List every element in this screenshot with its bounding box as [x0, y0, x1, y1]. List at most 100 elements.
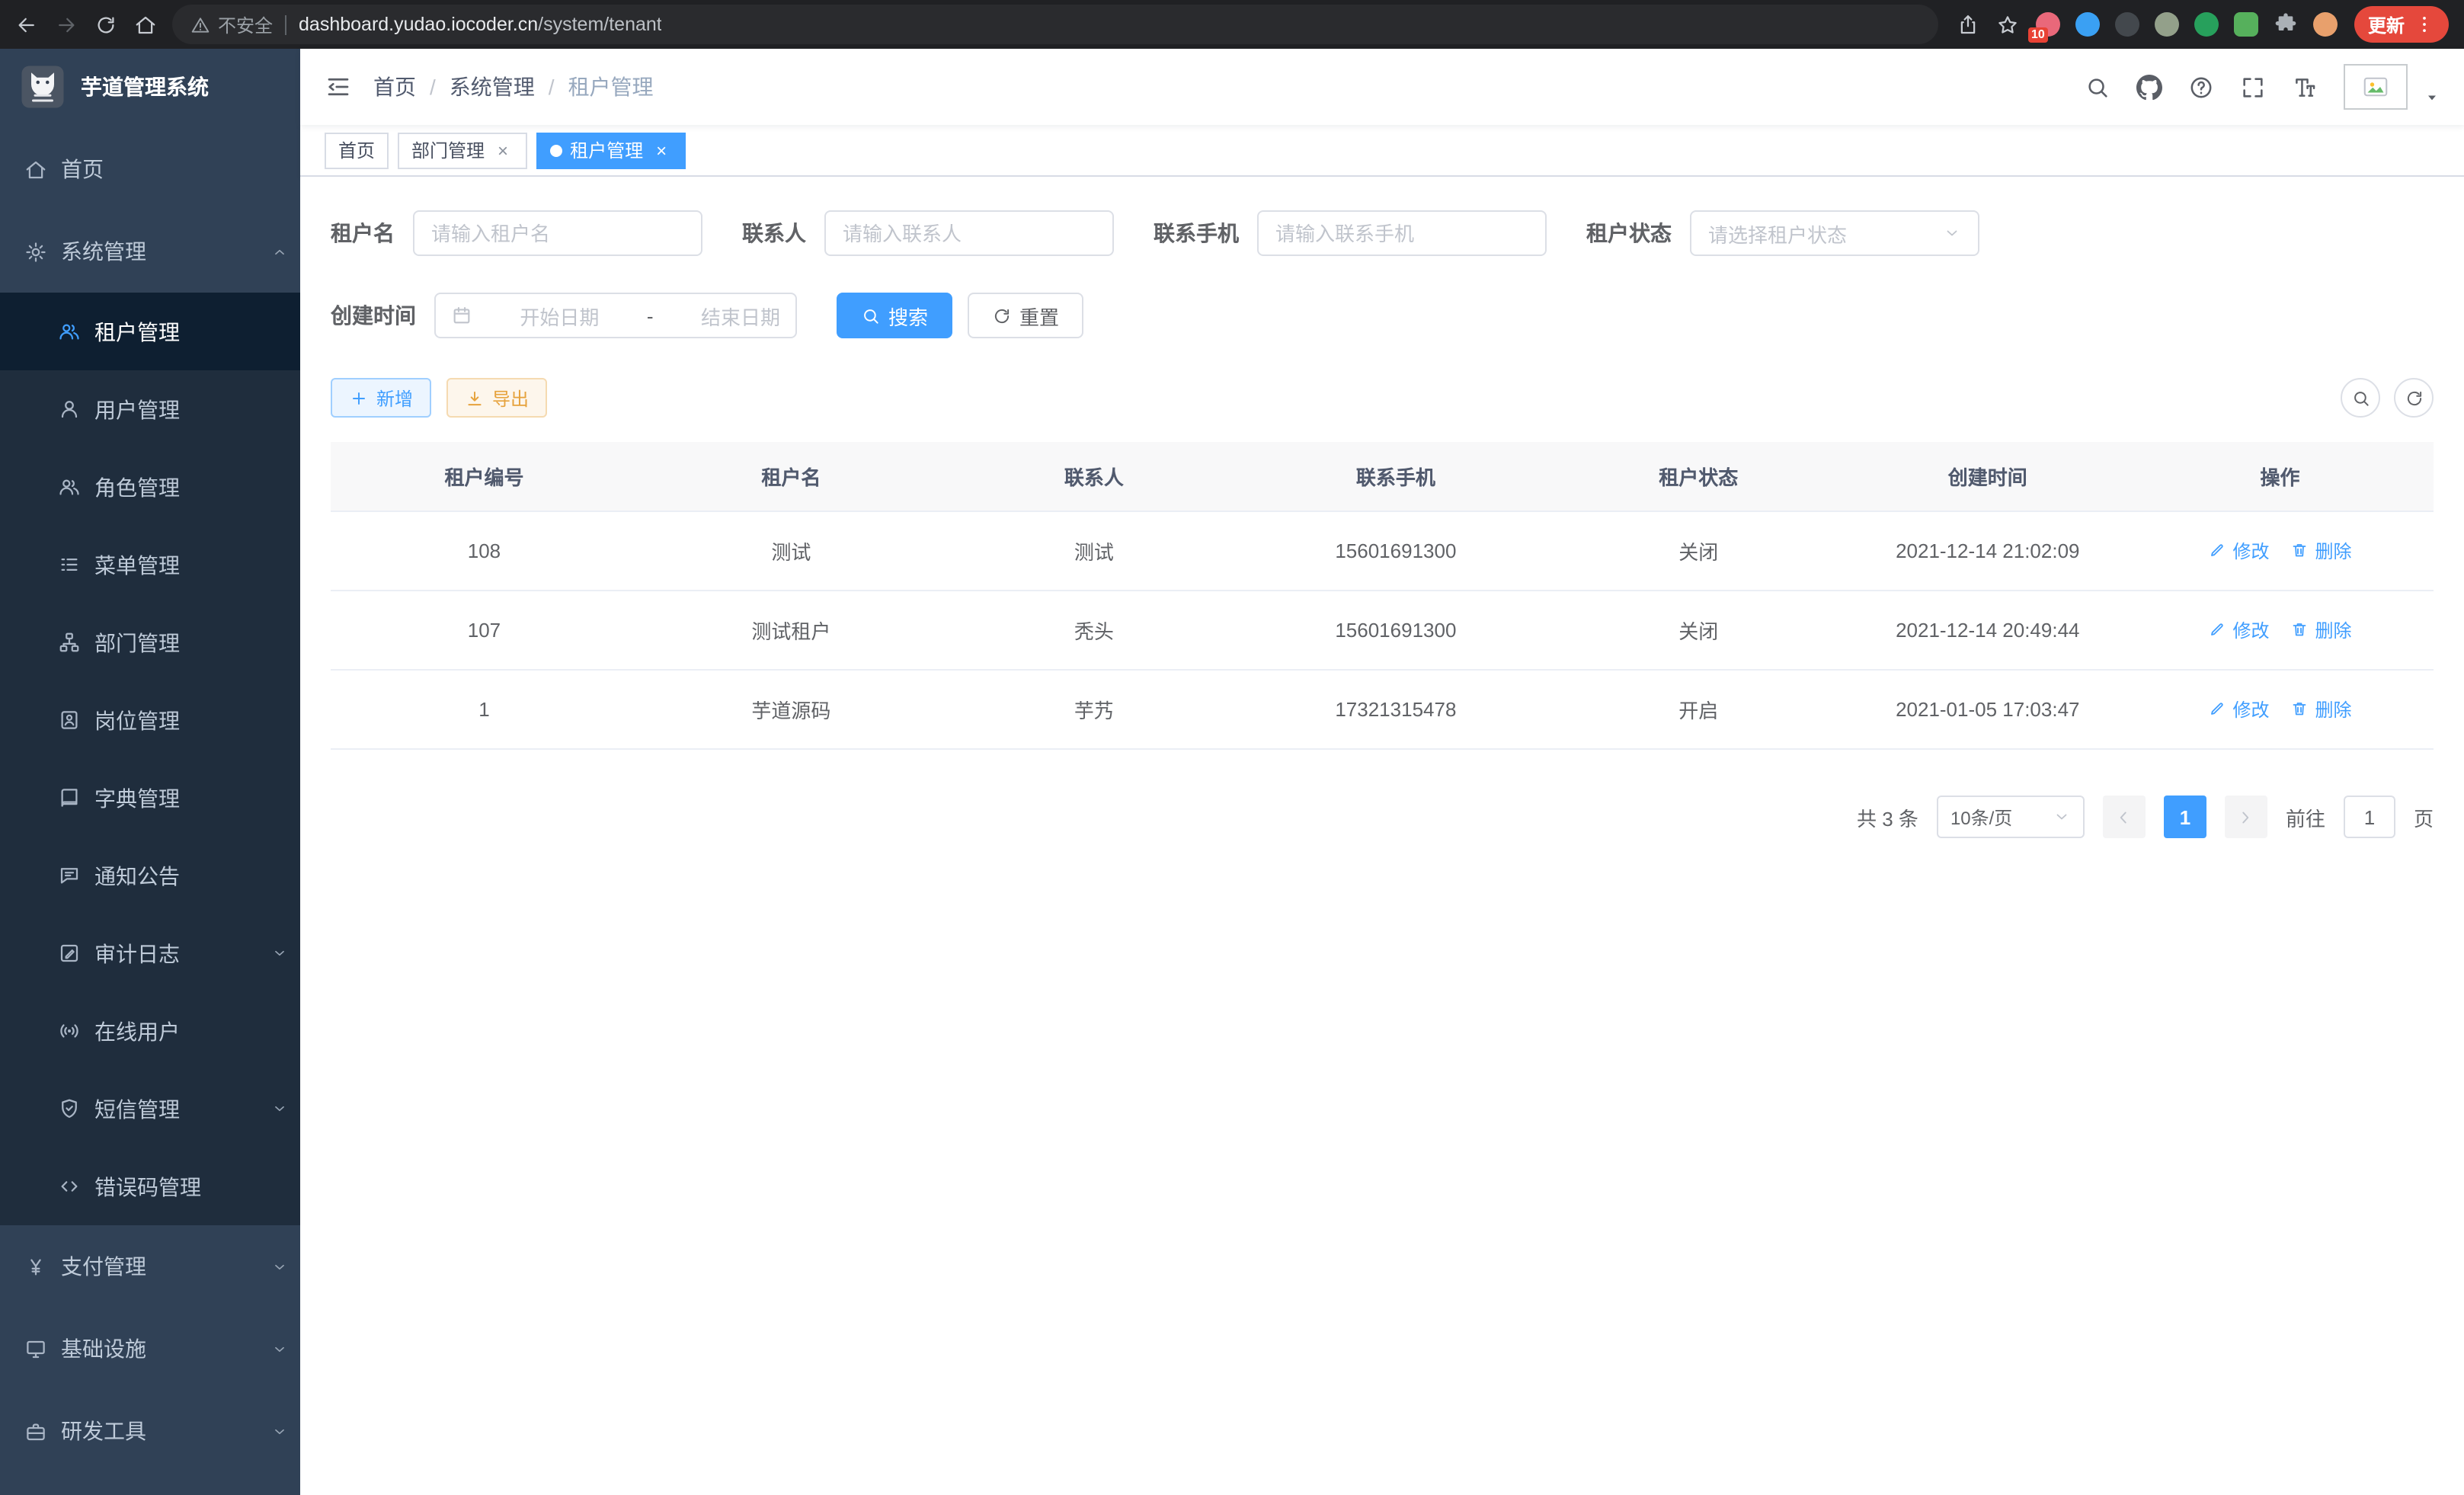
total-count: 共 3 条	[1857, 802, 1918, 831]
sidebar-item-11[interactable]: 在线用户	[0, 992, 300, 1070]
sidebar-collapse-icon[interactable]	[325, 73, 352, 101]
show-search-button[interactable]	[2341, 378, 2380, 418]
github-icon[interactable]	[2136, 74, 2162, 100]
next-page-button[interactable]	[2225, 796, 2267, 838]
table-row: 1芋道源码芋艿17321315478开启2021-01-05 17:03:47修…	[331, 670, 2434, 749]
sidebar-item-8[interactable]: 字典管理	[0, 759, 300, 837]
security-chip[interactable]: 不安全	[190, 11, 273, 37]
menu-dots-icon[interactable]	[2414, 14, 2435, 35]
trash-icon	[2290, 621, 2309, 639]
page-1-button[interactable]: 1	[2164, 796, 2206, 838]
sidebar-item-12[interactable]: 短信管理	[0, 1070, 300, 1148]
create-time-range-picker[interactable]: 开始日期 - 结束日期	[434, 293, 797, 338]
search-icon	[861, 306, 881, 325]
delete-button[interactable]: 删除	[2290, 696, 2351, 722]
sidebar-item-7[interactable]: 岗位管理	[0, 681, 300, 759]
edit-button[interactable]: 修改	[2208, 617, 2269, 643]
page-size-select[interactable]: 10条/页	[1937, 796, 2085, 838]
breadcrumb: 首页 / 系统管理 / 租户管理	[373, 72, 654, 102]
user-icon	[58, 398, 81, 421]
breadcrumb-system[interactable]: 系统管理	[450, 72, 535, 102]
sidebar-item-2[interactable]: 租户管理	[0, 293, 300, 370]
sidebar-item-10[interactable]: 审计日志	[0, 914, 300, 992]
search-button[interactable]: 搜索	[837, 293, 952, 338]
extension-dark[interactable]	[2115, 12, 2139, 37]
tenant-status-select[interactable]: 请选择租户状态	[1690, 210, 1979, 256]
address-bar[interactable]: 不安全 dashboard.yudao.iocoder.cn/system/te…	[172, 5, 1938, 44]
extensions-area: 10	[2036, 12, 2338, 37]
sidebar-item-14[interactable]: 支付管理	[0, 1225, 300, 1308]
add-button[interactable]: 新增	[331, 378, 431, 418]
edit-button[interactable]: 修改	[2208, 538, 2269, 564]
extension-blue[interactable]	[2075, 12, 2100, 37]
sidebar-item-label: 通知公告	[94, 860, 180, 891]
sidebar-item-5[interactable]: 菜单管理	[0, 526, 300, 603]
extension-olive[interactable]	[2155, 12, 2179, 37]
edit-icon	[2208, 621, 2226, 639]
tenant-name-input[interactable]	[413, 210, 702, 256]
delete-button[interactable]: 删除	[2290, 617, 2351, 643]
payment-icon	[24, 1255, 47, 1278]
sidebar-item-0[interactable]: 首页	[0, 128, 300, 210]
pagination: 共 3 条 10条/页 1 前往 页	[331, 796, 2434, 838]
caret-down-icon[interactable]	[2424, 90, 2440, 105]
sidebar-item-9[interactable]: 通知公告	[0, 837, 300, 914]
bookmark-star-icon[interactable]	[1996, 13, 2019, 36]
browser-update-button[interactable]: 更新	[2354, 6, 2449, 43]
question-icon[interactable]	[2188, 74, 2214, 100]
extension-pink[interactable]: 10	[2036, 12, 2060, 37]
browser-actions: 10 更新	[1957, 6, 2449, 43]
close-icon[interactable]: ×	[492, 139, 514, 161]
fontsize-icon[interactable]	[2292, 74, 2318, 100]
user-avatar[interactable]	[2344, 64, 2408, 110]
edit-button[interactable]: 修改	[2208, 696, 2269, 722]
online-users-icon	[58, 1020, 81, 1042]
refresh-table-button[interactable]	[2394, 378, 2434, 418]
sidebar-item-4[interactable]: 角色管理	[0, 448, 300, 526]
chevron-down-icon	[271, 945, 288, 962]
goto-label: 前往	[2286, 802, 2325, 831]
sidebar-item-13[interactable]: 错误码管理	[0, 1148, 300, 1225]
sidebar-item-1[interactable]: 系统管理	[0, 210, 300, 293]
chevron-down-icon	[1943, 224, 1961, 242]
contact-input[interactable]	[824, 210, 1114, 256]
cell-mobile: 15601691300	[1243, 591, 1548, 670]
profile-avatar[interactable]	[2313, 12, 2338, 37]
plus-icon	[349, 388, 369, 408]
sidebar-item-label: 菜单管理	[94, 549, 180, 580]
tab-0[interactable]: 首页	[325, 132, 389, 168]
logo-image	[20, 64, 66, 110]
sidebar-item-3[interactable]: 用户管理	[0, 370, 300, 448]
back-icon[interactable]	[15, 13, 38, 36]
extension-green-circle[interactable]	[2194, 12, 2219, 37]
share-icon[interactable]	[1957, 13, 1979, 36]
gear-icon	[24, 240, 47, 263]
cell-actions: 修改删除	[2126, 670, 2434, 749]
sidebar-item-15[interactable]: 基础设施	[0, 1308, 300, 1390]
close-icon[interactable]: ×	[651, 139, 672, 161]
search-icon[interactable]	[2085, 74, 2110, 100]
breadcrumb-separator: /	[549, 75, 555, 99]
extension-green-square[interactable]	[2234, 12, 2258, 37]
reset-button[interactable]: 重置	[968, 293, 1083, 338]
fullscreen-icon[interactable]	[2240, 74, 2266, 100]
content: 租户名 联系人 联系手机 租户状态 请选择租户状态	[300, 177, 2464, 1495]
sidebar-item-16[interactable]: 研发工具	[0, 1390, 300, 1472]
browser-chrome: 不安全 dashboard.yudao.iocoder.cn/system/te…	[0, 0, 2464, 49]
cell-contact: 芋艿	[945, 670, 1243, 749]
create-time-label: 创建时间	[331, 300, 416, 331]
mobile-input[interactable]	[1257, 210, 1547, 256]
reload-icon[interactable]	[94, 13, 117, 36]
tab-1[interactable]: 部门管理×	[398, 132, 527, 168]
sidebar-item-6[interactable]: 部门管理	[0, 603, 300, 681]
column-header: 联系人	[945, 442, 1243, 511]
goto-page-input[interactable]	[2344, 796, 2395, 838]
delete-button[interactable]: 删除	[2290, 538, 2351, 564]
forward-icon[interactable]	[55, 13, 78, 36]
breadcrumb-home[interactable]: 首页	[373, 72, 416, 102]
prev-page-button[interactable]	[2103, 796, 2146, 838]
home-icon[interactable]	[134, 13, 157, 36]
tab-2[interactable]: 租户管理×	[536, 132, 686, 168]
puzzle-icon[interactable]	[2274, 12, 2298, 37]
export-button[interactable]: 导出	[446, 378, 547, 418]
